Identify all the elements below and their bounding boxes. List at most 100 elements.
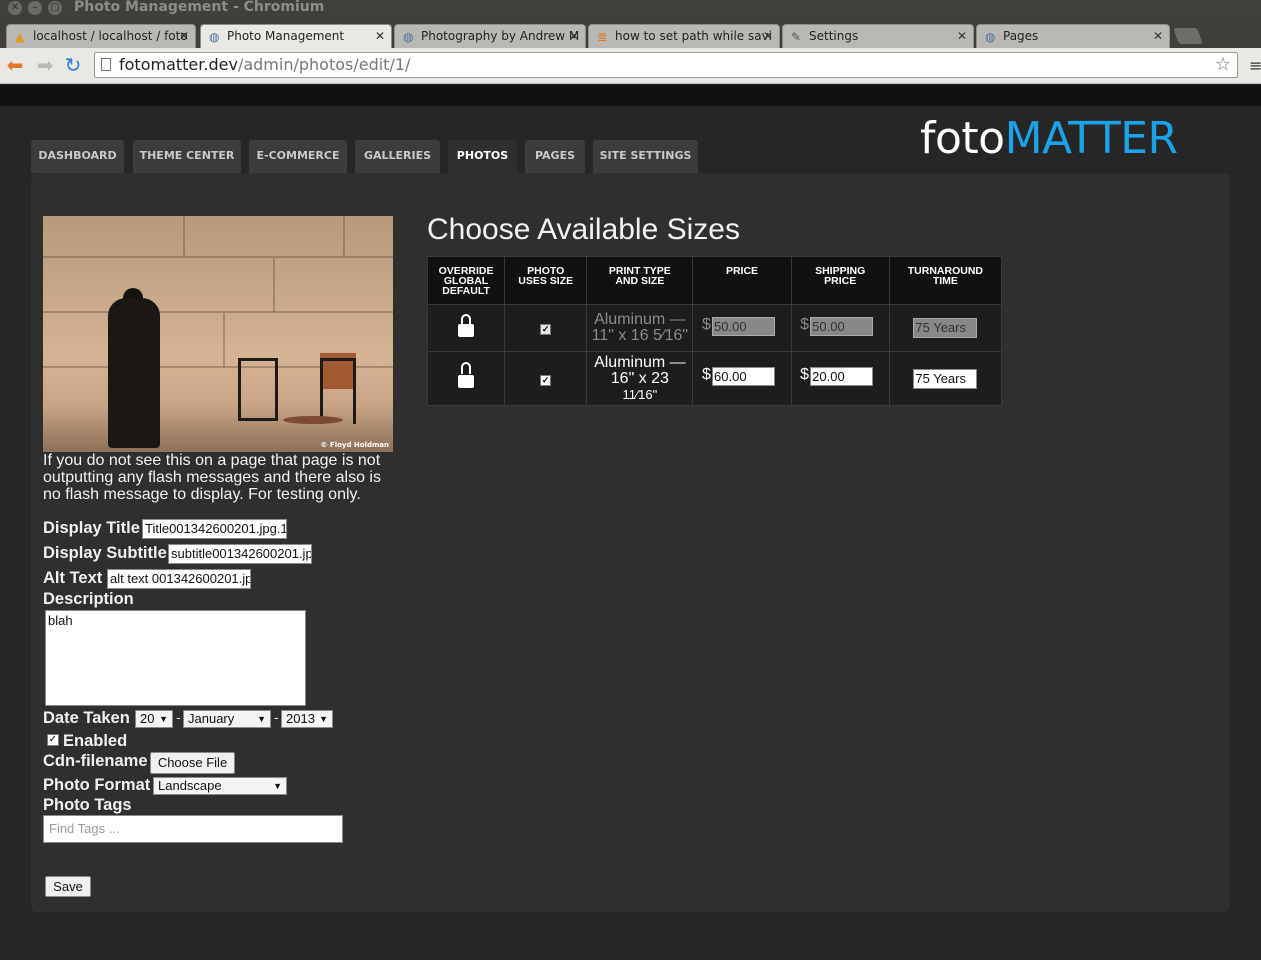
header-line: TIME <box>932 275 958 287</box>
flash-message: If you do not see this on a page that pa… <box>43 452 381 503</box>
tab-site-settings[interactable]: SITE SETTINGS <box>593 140 698 173</box>
display-title-input[interactable]: Title001342600201.jpg.1 <box>142 519 287 539</box>
print-type-text: Aluminum — <box>594 311 686 328</box>
bookmark-star-icon[interactable]: ☆ <box>1215 53 1231 77</box>
price-input[interactable]: 60.00 <box>712 367 776 386</box>
date-day-value: 20 <box>140 711 155 726</box>
date-year-value: 2013 <box>286 711 315 726</box>
tags-placeholder: Find Tags ... <box>49 821 120 836</box>
header-line: USES SIZE <box>518 275 574 287</box>
print-size-text: 11" x 16 5⁄16" <box>591 327 689 344</box>
close-tab-icon[interactable]: ✕ <box>957 25 967 47</box>
description-label: Description <box>43 590 134 608</box>
col-header-turnaround: TURNAROUND TIME <box>888 256 1003 305</box>
unlock-icon[interactable] <box>458 361 475 388</box>
url-path: /admin/photos/edit/1/ <box>237 55 411 74</box>
date-month-select[interactable]: January ▼ <box>183 710 271 728</box>
address-bar[interactable]: fotomatter.dev/admin/photos/edit/1/ ☆ <box>94 52 1238 78</box>
window-titlebar: ✕ – ▢ Photo Management - Chromium <box>0 0 1261 22</box>
currency-symbol: $ <box>800 366 810 383</box>
photo-preview: © Floyd Holdman <box>43 216 393 452</box>
browser-tab-photography[interactable]: ◍ Photography by Andrew M ✕ <box>394 24 586 48</box>
close-tab-icon[interactable]: ✕ <box>763 25 773 47</box>
shipping-input[interactable]: 50.00 <box>810 316 874 336</box>
back-arrow-icon[interactable]: ⬅ <box>4 54 26 76</box>
uses-size-cell: ✓ <box>504 304 588 352</box>
reload-icon[interactable]: ↻ <box>62 54 84 76</box>
header-line: PRICE <box>824 275 857 287</box>
globe-icon: ◍ <box>985 30 996 44</box>
admin-top-bar <box>0 85 1261 106</box>
url-host: fotomatter.dev <box>119 55 238 74</box>
table-row: ✓ Aluminum —11" x 16 5⁄16" $50.00 $50.00… <box>426 304 1003 352</box>
col-header-uses-size: PHOTO USES SIZE <box>504 256 588 305</box>
header-line: PRICE <box>725 265 759 277</box>
minimize-window-icon[interactable]: – <box>28 1 42 15</box>
content-panel: © Floyd Holdman If you do not see this o… <box>31 173 1230 912</box>
dropdown-arrow-icon: ▼ <box>257 714 266 724</box>
tab-theme-center[interactable]: THEME CENTER <box>133 140 241 173</box>
col-header-override: OVERRIDE GLOBAL DEFAULT <box>426 256 506 305</box>
close-tab-icon[interactable]: ✕ <box>1153 25 1163 47</box>
wrench-icon: ✎ <box>791 30 802 44</box>
photo-tags-label: Photo Tags <box>43 796 132 814</box>
save-button[interactable]: Save <box>45 876 91 897</box>
alt-text-input[interactable]: alt text 001342600201.jp <box>107 569 251 589</box>
date-day-select[interactable]: 20 ▼ <box>135 710 173 728</box>
forward-arrow-icon[interactable]: ➡ <box>34 54 56 76</box>
uses-size-checkbox[interactable]: ✓ <box>540 374 552 386</box>
close-tab-icon[interactable]: ✕ <box>179 25 189 47</box>
dropdown-arrow-icon: ▼ <box>319 714 328 724</box>
print-type-text: Aluminum — <box>594 353 686 371</box>
uses-size-cell: ✓ <box>504 351 588 406</box>
browser-menu-icon[interactable]: ≡ <box>1249 56 1261 75</box>
fotomatter-logo[interactable]: fotoMATTER <box>920 114 1178 164</box>
price-cell: $50.00 <box>692 304 792 352</box>
maximize-window-icon[interactable]: ▢ <box>48 1 62 15</box>
close-tab-icon[interactable]: ✕ <box>569 25 579 47</box>
display-subtitle-label: Display Subtitle <box>43 544 167 562</box>
close-tab-icon[interactable]: ✕ <box>375 25 385 47</box>
browser-tab-pages[interactable]: ◍ Pages ✕ <box>976 24 1170 48</box>
display-title-label: Display Title <box>43 519 140 537</box>
tab-label: localhost / localhost / foto <box>33 29 188 43</box>
window-title: Photo Management - Chromium <box>74 0 325 15</box>
tab-pages[interactable]: PAGES <box>525 140 585 173</box>
browser-tab-settings[interactable]: ✎ Settings ✕ <box>782 24 974 48</box>
shipping-cell: $20.00 <box>790 351 890 406</box>
photo-format-value: Landscape <box>158 778 222 793</box>
admin-page: fotoMATTER DASHBOARD THEME CENTER E-COMM… <box>0 106 1261 960</box>
shipping-input[interactable]: 20.00 <box>810 367 874 386</box>
browser-tab-photo-management[interactable]: ◍ Photo Management ✕ <box>200 24 392 48</box>
turnaround-input[interactable]: 75 Years <box>913 368 978 389</box>
uses-size-checkbox[interactable]: ✓ <box>540 324 552 335</box>
browser-tab-phpmyadmin[interactable]: ▲ localhost / localhost / foto ✕ <box>6 24 196 48</box>
tab-photos[interactable]: PHOTOS <box>448 140 517 173</box>
description-textarea[interactable]: blah <box>45 610 306 706</box>
choose-file-button[interactable]: Choose File <box>150 752 235 774</box>
tags-search-input[interactable]: Find Tags ... <box>43 815 343 843</box>
date-year-select[interactable]: 2013 ▼ <box>281 710 333 728</box>
tab-label: how to set path while savi <box>615 29 773 43</box>
lock-icon[interactable] <box>458 314 475 337</box>
price-input[interactable]: 50.00 <box>712 316 776 336</box>
tab-dashboard[interactable]: DASHBOARD <box>31 140 124 173</box>
turnaround-input[interactable]: 75 Years <box>913 318 978 338</box>
header-line: DEFAULT <box>442 285 490 297</box>
close-window-icon[interactable]: ✕ <box>8 1 22 15</box>
photo-format-select[interactable]: Landscape ▼ <box>153 777 287 795</box>
currency-symbol: $ <box>800 315 810 333</box>
browser-tab-stackoverflow[interactable]: ≣ how to set path while savi ✕ <box>588 24 780 48</box>
globe-icon: ◍ <box>403 30 414 44</box>
sizes-table: OVERRIDE GLOBAL DEFAULT PHOTO USES SIZE PRI… <box>426 256 1003 406</box>
dropdown-arrow-icon: ▼ <box>159 714 168 724</box>
tab-galleries[interactable]: GALLERIES <box>355 140 440 173</box>
display-subtitle-input[interactable]: subtitle001342600201.jp <box>168 544 312 564</box>
tab-e-commerce[interactable]: E-COMMERCE <box>249 140 347 173</box>
tab-label: Photography by Andrew M <box>421 29 580 43</box>
enabled-checkbox[interactable]: ✓ <box>47 734 59 746</box>
tab-label: Pages <box>1003 29 1039 43</box>
new-tab-button[interactable] <box>1173 28 1203 44</box>
col-header-print-type: PRINT TYPE AND SIZE <box>586 256 694 305</box>
pma-icon: ▲ <box>15 30 25 44</box>
